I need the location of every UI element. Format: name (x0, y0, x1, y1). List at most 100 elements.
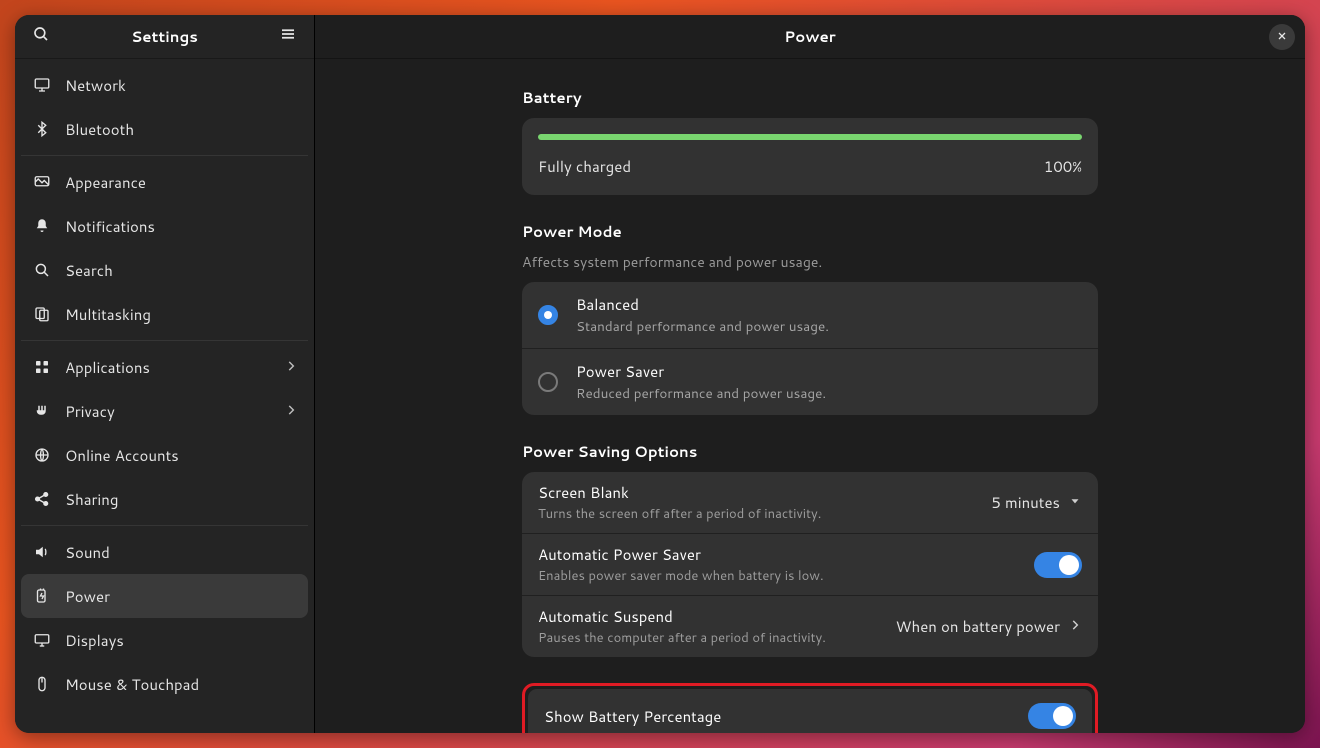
auto-power-saver-title: Automatic Power Saver (538, 544, 1034, 565)
apps-icon (31, 356, 53, 378)
sidebar-header: Settings (15, 15, 314, 59)
search-icon (31, 259, 53, 281)
battery-percent: 100% (1044, 156, 1082, 177)
sidebar-item-label: Multitasking (65, 304, 298, 325)
sidebar-item-label: Network (65, 75, 298, 96)
show-battery-percentage-row[interactable]: Show Battery Percentage (528, 689, 1092, 733)
page-title: Power (784, 26, 835, 47)
settings-window: Settings Network Bluetooth Appearance (15, 15, 1305, 733)
sidebar-item-bluetooth[interactable]: Bluetooth (21, 107, 308, 151)
power-mode-subtitle: Affects system performance and power usa… (522, 252, 1098, 272)
search-button[interactable] (27, 23, 55, 51)
hamburger-icon (279, 25, 297, 48)
auto-power-saver-row[interactable]: Automatic Power Saver Enables power save… (522, 534, 1098, 596)
privacy-icon (31, 400, 53, 422)
sidebar-item-label: Applications (65, 357, 284, 378)
power-mode-option-title: Balanced (576, 294, 829, 315)
sidebar-item-notifications[interactable]: Notifications (21, 204, 308, 248)
chevron-right-icon (284, 401, 298, 422)
power-saving-heading: Power Saving Options (522, 441, 1098, 462)
power-icon (31, 585, 53, 607)
power-saving-card: Screen Blank Turns the screen off after … (522, 472, 1098, 657)
power-mode-heading: Power Mode (522, 221, 1098, 242)
sidebar-separator (21, 525, 308, 526)
sidebar-item-search[interactable]: Search (21, 248, 308, 292)
auto-suspend-desc: Pauses the computer after a period of in… (538, 629, 896, 647)
show-battery-percentage-highlight: Show Battery Percentage (522, 683, 1098, 733)
sidebar-item-label: Online Accounts (65, 445, 298, 466)
sidebar-item-online-accounts[interactable]: Online Accounts (21, 433, 308, 477)
auto-suspend-value-button[interactable]: When on battery power (896, 616, 1082, 637)
power-mode-option-power-saver[interactable]: Power Saver Reduced performance and powe… (522, 349, 1098, 415)
menu-button[interactable] (274, 23, 302, 51)
dropdown-icon (1068, 492, 1082, 513)
power-mode-option-desc: Standard performance and power usage. (576, 317, 829, 336)
sound-icon (31, 541, 53, 563)
sidebar-item-network[interactable]: Network (21, 63, 308, 107)
radio-unchecked-icon (538, 372, 558, 392)
screen-blank-value-dropdown[interactable]: 5 minutes (991, 492, 1082, 513)
sidebar-item-label: Search (65, 260, 298, 281)
close-button[interactable] (1269, 24, 1295, 50)
sidebar-separator (21, 155, 308, 156)
auto-power-saver-desc: Enables power saver mode when battery is… (538, 567, 1034, 585)
sidebar-item-label: Power (65, 586, 298, 607)
sidebar-nav[interactable]: Network Bluetooth Appearance Notificatio… (15, 59, 314, 733)
sidebar-item-label: Mouse & Touchpad (65, 674, 298, 695)
sidebar-item-sharing[interactable]: Sharing (21, 477, 308, 521)
power-mode-option-balanced[interactable]: Balanced Standard performance and power … (522, 282, 1098, 349)
power-mode-card: Balanced Standard performance and power … (522, 282, 1098, 415)
sidebar-item-label: Displays (65, 630, 298, 651)
chevron-right-icon (284, 357, 298, 378)
sidebar-item-label: Privacy (65, 401, 284, 422)
sidebar-item-displays[interactable]: Displays (21, 618, 308, 662)
bell-icon (31, 215, 53, 237)
battery-status: Fully charged (538, 156, 631, 177)
screen-blank-desc: Turns the screen off after a period of i… (538, 505, 991, 523)
screen-blank-title: Screen Blank (538, 482, 991, 503)
sidebar-item-appearance[interactable]: Appearance (21, 160, 308, 204)
auto-suspend-row[interactable]: Automatic Suspend Pauses the computer af… (522, 596, 1098, 657)
sidebar-item-mouse-touchpad[interactable]: Mouse & Touchpad (21, 662, 308, 706)
power-mode-option-title: Power Saver (576, 361, 826, 382)
sidebar-item-label: Sound (65, 542, 298, 563)
sidebar-item-applications[interactable]: Applications (21, 345, 308, 389)
search-icon (32, 25, 50, 48)
auto-suspend-title: Automatic Suspend (538, 606, 896, 627)
close-icon (1276, 26, 1288, 47)
network-icon (31, 74, 53, 96)
multitasking-icon (31, 303, 53, 325)
sidebar-title: Settings (131, 26, 198, 47)
sidebar-item-privacy[interactable]: Privacy (21, 389, 308, 433)
mouse-icon (31, 673, 53, 695)
online-accounts-icon (31, 444, 53, 466)
show-battery-percentage-title: Show Battery Percentage (544, 706, 1028, 727)
sidebar-separator (21, 340, 308, 341)
battery-card: Fully charged 100% (522, 118, 1098, 195)
sidebar-item-sound[interactable]: Sound (21, 530, 308, 574)
content-header: Power (315, 15, 1305, 59)
chevron-right-icon (1068, 616, 1082, 637)
auto-power-saver-switch[interactable] (1034, 552, 1082, 578)
radio-checked-icon (538, 305, 558, 325)
content-body[interactable]: Battery Fully charged 100% Power Mode Af… (315, 59, 1305, 733)
screen-blank-row[interactable]: Screen Blank Turns the screen off after … (522, 472, 1098, 534)
bluetooth-icon (31, 118, 53, 140)
displays-icon (31, 629, 53, 651)
sidebar-item-label: Appearance (65, 172, 298, 193)
sidebar-item-power[interactable]: Power (21, 574, 308, 618)
sharing-icon (31, 488, 53, 510)
screen-blank-value: 5 minutes (991, 492, 1060, 513)
content-pane: Power Battery Fully charged 100% Power M… (315, 15, 1305, 733)
sidebar-item-label: Bluetooth (65, 119, 298, 140)
sidebar: Settings Network Bluetooth Appearance (15, 15, 315, 733)
auto-suspend-value: When on battery power (896, 616, 1060, 637)
show-battery-percentage-switch[interactable] (1028, 703, 1076, 729)
sidebar-item-multitasking[interactable]: Multitasking (21, 292, 308, 336)
appearance-icon (31, 171, 53, 193)
power-mode-option-desc: Reduced performance and power usage. (576, 384, 826, 403)
battery-level-bar (538, 134, 1082, 140)
sidebar-item-label: Sharing (65, 489, 298, 510)
battery-heading: Battery (522, 87, 1098, 108)
sidebar-item-label: Notifications (65, 216, 298, 237)
